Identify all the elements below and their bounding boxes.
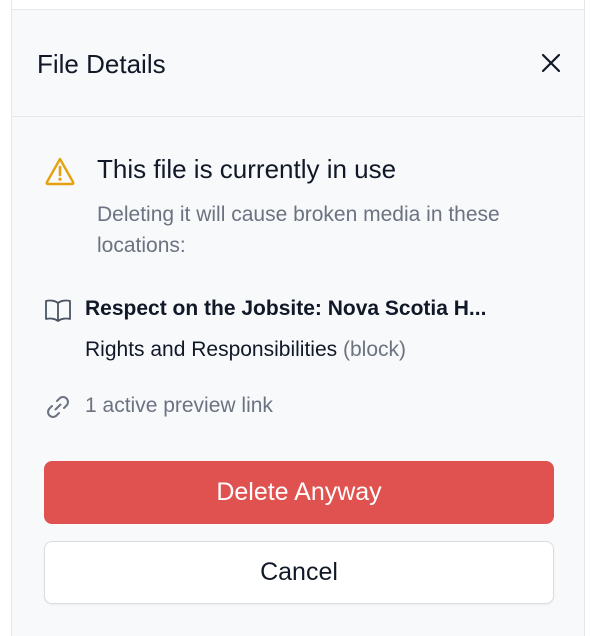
book-icon (45, 299, 71, 322)
usage-subtitle: Rights and Responsibilities (block) (85, 336, 406, 364)
cancel-button[interactable]: Cancel (44, 541, 554, 604)
preview-links-text: 1 active preview link (85, 394, 273, 417)
warning-description: Deleting it will cause broken media in t… (97, 203, 500, 257)
left-edge (0, 0, 12, 636)
panel-header: File Details (13, 11, 583, 117)
link-icon (47, 396, 69, 418)
usage-subtitle-text: Rights and Responsibilities (85, 338, 338, 361)
warning-triangle-icon (45, 157, 75, 186)
usage-type-tag: (block) (342, 338, 406, 361)
warning-title: This file is currently in use (97, 154, 397, 184)
close-icon (541, 53, 561, 73)
usage-title[interactable]: Respect on the Jobsite: Nova Scotia H... (85, 295, 557, 323)
close-button[interactable] (537, 49, 565, 77)
panel-title: File Details (37, 49, 166, 79)
delete-anyway-button[interactable]: Delete Anyway (44, 461, 554, 524)
scrollbar-track[interactable] (584, 0, 590, 636)
top-strip (12, 0, 584, 10)
